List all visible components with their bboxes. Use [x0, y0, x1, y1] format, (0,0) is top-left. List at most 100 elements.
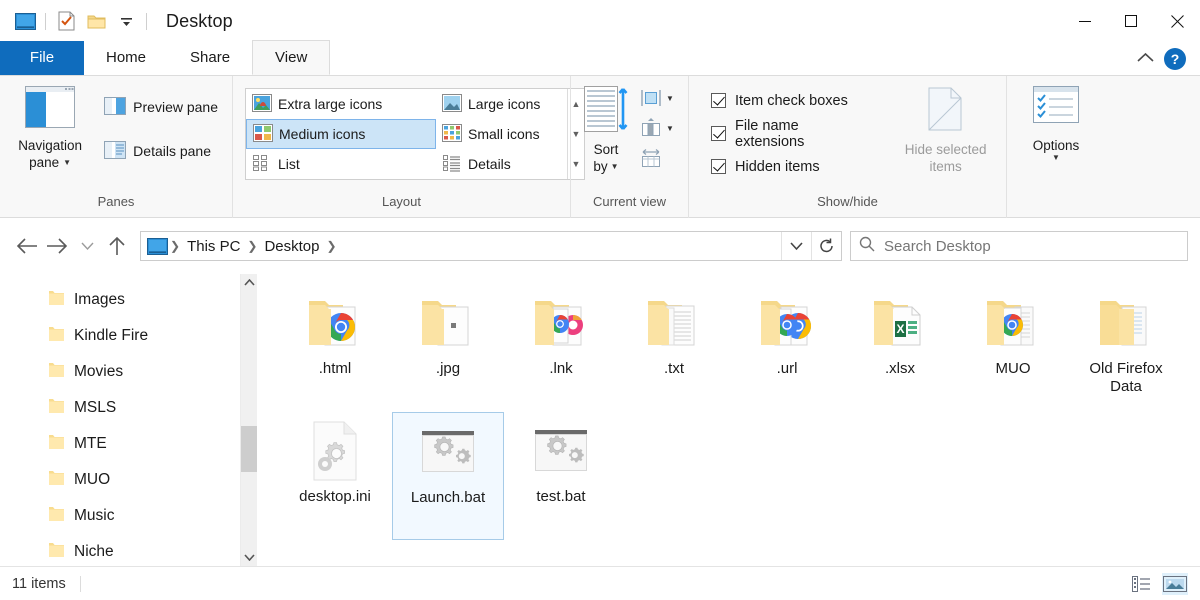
scrollbar-thumb[interactable]	[241, 426, 257, 472]
file-item-launch-bat[interactable]: Launch.bat	[392, 412, 504, 540]
chevron-down-icon: ▼	[666, 95, 674, 103]
quick-access-toolbar	[0, 0, 152, 42]
layout-large-icons[interactable]: Large icons	[436, 89, 567, 119]
forward-button[interactable]	[42, 231, 72, 261]
sidebar-item-music[interactable]: Music	[0, 498, 240, 534]
sort-by-button[interactable]: Sort by ▼	[575, 82, 637, 175]
breadcrumb-sep-icon[interactable]: ❯	[325, 239, 339, 253]
sidebar-item-muo[interactable]: MUO	[0, 462, 240, 498]
ribbon: Navigation pane ▼	[0, 76, 1200, 218]
file-item-test-bat[interactable]: test.bat	[505, 412, 617, 540]
qat-divider-2	[146, 13, 147, 30]
sidebar-item-label: MSLS	[74, 399, 116, 417]
details-view-icon[interactable]	[1128, 573, 1154, 595]
hide-selected-items-button[interactable]: Hide selected items	[893, 82, 998, 175]
file-item-desktop-ini[interactable]: desktop.ini	[279, 412, 391, 540]
help-button[interactable]: ?	[1164, 48, 1186, 70]
status-bar: 11 items	[0, 566, 1200, 600]
collapse-ribbon-chevron-icon[interactable]	[1137, 50, 1154, 68]
this-pc-icon[interactable]	[147, 238, 168, 255]
layout-list[interactable]: List	[246, 149, 436, 179]
sidebar-item-label: Music	[74, 507, 114, 525]
sidebar-item-mte[interactable]: MTE	[0, 426, 240, 462]
layout-label: Medium icons	[279, 126, 365, 142]
add-columns-button[interactable]: ▼	[637, 116, 677, 142]
hidden-items-checkbox[interactable]: Hidden items	[711, 150, 867, 183]
file-item-old-firefox-data[interactable]: Old Firefox Data	[1070, 284, 1182, 412]
file-item-jpg[interactable]: .jpg	[392, 284, 504, 412]
folder-thumbnail: X	[865, 290, 935, 356]
chevron-down-icon: ▼	[666, 125, 674, 133]
customize-qat-caret[interactable]	[111, 6, 141, 36]
tab-share[interactable]: Share	[168, 41, 252, 75]
ribbon-tab-strip: File Home Share View	[0, 42, 1200, 76]
ribbon-group-panes: Navigation pane ▼	[0, 76, 232, 218]
refresh-button[interactable]	[811, 232, 841, 260]
navigation-pane-scrollbar[interactable]	[240, 274, 257, 566]
properties-icon[interactable]	[51, 6, 81, 36]
file-list-pane[interactable]: .html .jpg	[257, 274, 1200, 566]
back-button[interactable]	[12, 231, 42, 261]
maximize-button[interactable]	[1108, 0, 1154, 42]
layout-extra-large-icons[interactable]: Extra large icons	[246, 89, 436, 119]
sidebar-item-images[interactable]: Images	[0, 282, 240, 318]
up-button[interactable]	[102, 231, 132, 261]
breadcrumb-sep-icon[interactable]: ❯	[168, 239, 182, 253]
layout-label: Small icons	[468, 126, 540, 142]
bat-file-thumbnail	[526, 418, 596, 484]
file-item-txt[interactable]: .txt	[618, 284, 730, 412]
details-pane-button[interactable]: Details pane	[98, 136, 224, 166]
size-all-columns-button[interactable]	[637, 146, 677, 172]
breadcrumb-desktop[interactable]: Desktop	[259, 238, 324, 255]
file-item-muo[interactable]: MUO	[957, 284, 1069, 412]
breadcrumb[interactable]: ❯ This PC ❯ Desktop ❯	[140, 231, 842, 261]
file-name-extensions-checkbox[interactable]: File name extensions	[711, 117, 867, 150]
layout-medium-icons[interactable]: Medium icons	[246, 119, 436, 149]
group-by-button[interactable]: ▼	[637, 86, 677, 112]
new-folder-icon[interactable]	[81, 6, 111, 36]
large-icons-view-icon[interactable]	[1162, 573, 1188, 595]
navigation-pane-button[interactable]: Navigation pane ▼	[8, 82, 92, 171]
sidebar-item-niche[interactable]: Niche	[0, 534, 240, 566]
file-item-html[interactable]: .html	[279, 284, 391, 412]
minimize-button[interactable]	[1062, 0, 1108, 42]
address-dropdown-button[interactable]	[781, 232, 811, 260]
status-divider	[80, 576, 81, 592]
sort-by-label-1: Sort	[594, 141, 619, 158]
breadcrumb-sep-icon[interactable]: ❯	[245, 239, 259, 253]
sidebar-item-msls[interactable]: MSLS	[0, 390, 240, 426]
search-placeholder: Search Desktop	[884, 238, 991, 255]
sidebar-item-kindle-fire[interactable]: Kindle Fire	[0, 318, 240, 354]
svg-text:X: X	[896, 322, 904, 336]
details-pane-label: Details pane	[133, 143, 211, 159]
layout-small-icons[interactable]: Small icons	[436, 119, 567, 149]
options-icon	[1033, 86, 1079, 132]
sidebar-item-label: MUO	[74, 471, 110, 489]
file-name: .txt	[620, 360, 728, 378]
options-button[interactable]: Options ▼	[1013, 82, 1099, 162]
add-columns-icon	[640, 118, 662, 141]
item-check-boxes-checkbox[interactable]: Item check boxes	[711, 84, 867, 117]
file-item-lnk[interactable]: .lnk	[505, 284, 617, 412]
search-input[interactable]: Search Desktop	[850, 231, 1188, 261]
recent-locations-button[interactable]	[72, 231, 102, 261]
breadcrumb-this-pc[interactable]: This PC	[182, 238, 245, 255]
tab-view[interactable]: View	[252, 40, 330, 75]
tab-file[interactable]: File	[0, 41, 84, 75]
tab-home[interactable]: Home	[84, 41, 168, 75]
layout-details[interactable]: Details	[436, 149, 567, 179]
checkbox-mark-icon	[711, 159, 726, 174]
folder-thumbnail	[413, 290, 483, 356]
sidebar-item-movies[interactable]: Movies	[0, 354, 240, 390]
file-name: .xlsx	[846, 360, 954, 378]
preview-pane-button[interactable]: Preview pane	[98, 92, 224, 122]
hidden-items-label: Hidden items	[735, 159, 820, 175]
explorer-icon[interactable]	[10, 6, 40, 36]
scroll-up-button[interactable]	[241, 274, 257, 291]
file-item-url[interactable]: .url	[731, 284, 843, 412]
close-button[interactable]	[1154, 0, 1200, 42]
scroll-down-button[interactable]	[241, 549, 257, 566]
breadcrumb-tools	[781, 232, 841, 260]
file-item-xlsx[interactable]: X .xlsx	[844, 284, 956, 412]
file-name: Old Firefox Data	[1072, 360, 1180, 396]
